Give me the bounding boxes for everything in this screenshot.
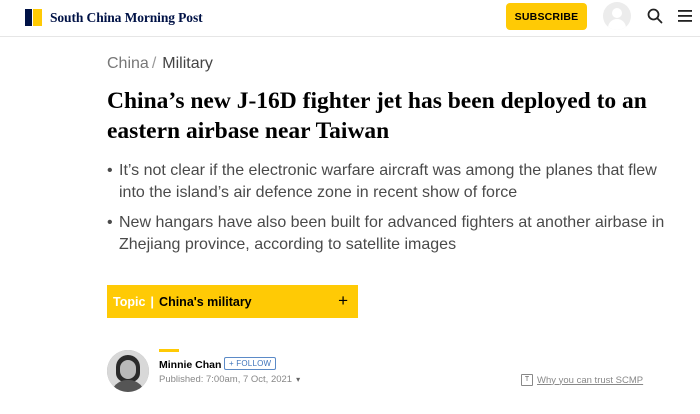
breadcrumb-separator: / bbox=[151, 55, 157, 72]
author-accent-rule bbox=[159, 349, 179, 352]
topic-follow-bar[interactable]: Topic | China's military + bbox=[107, 285, 358, 318]
scmp-logo-mark bbox=[25, 9, 42, 26]
trust-link[interactable]: T Why you can trust SCMP bbox=[521, 374, 643, 386]
search-icon[interactable] bbox=[647, 8, 663, 24]
breadcrumb-item-china[interactable]: China bbox=[107, 55, 149, 73]
article-summary-list: It’s not clear if the electronic warfare… bbox=[107, 160, 667, 264]
scmp-logo-text: South China Morning Post bbox=[50, 9, 203, 25]
breadcrumb-item-military[interactable]: Military bbox=[162, 55, 213, 73]
summary-bullet: New hangars have also been built for adv… bbox=[107, 212, 667, 256]
account-avatar-icon[interactable] bbox=[603, 2, 631, 30]
publish-date: Published: 7:00am, 7 Oct, 2021 bbox=[159, 374, 293, 385]
author-avatar[interactable] bbox=[107, 350, 149, 392]
topic-name[interactable]: China's military bbox=[159, 295, 252, 309]
trust-link-label[interactable]: Why you can trust SCMP bbox=[537, 375, 643, 386]
subscribe-button[interactable]: SUBSCRIBE bbox=[506, 3, 587, 30]
top-navigation-bar: South China Morning Post SUBSCRIBE bbox=[0, 0, 700, 37]
topic-add-icon[interactable]: + bbox=[338, 291, 348, 311]
topic-label: Topic bbox=[113, 294, 146, 309]
chevron-down-icon[interactable]: ▾ bbox=[296, 375, 300, 384]
author-name[interactable]: Minnie Chan bbox=[159, 359, 221, 371]
follow-author-button[interactable]: + FOLLOW bbox=[224, 357, 277, 370]
summary-bullet: It’s not clear if the electronic warfare… bbox=[107, 160, 667, 204]
scmp-logo[interactable]: South China Morning Post bbox=[25, 9, 203, 26]
publish-info[interactable]: Published: 7:00am, 7 Oct, 2021 ▾ bbox=[159, 374, 300, 385]
article-headline: China’s new J-16D fighter jet has been d… bbox=[107, 88, 647, 144]
hamburger-menu-icon[interactable] bbox=[678, 10, 692, 22]
breadcrumb: China / Military bbox=[107, 55, 213, 73]
trust-icon: T bbox=[521, 374, 533, 386]
topic-divider: | bbox=[150, 294, 155, 309]
